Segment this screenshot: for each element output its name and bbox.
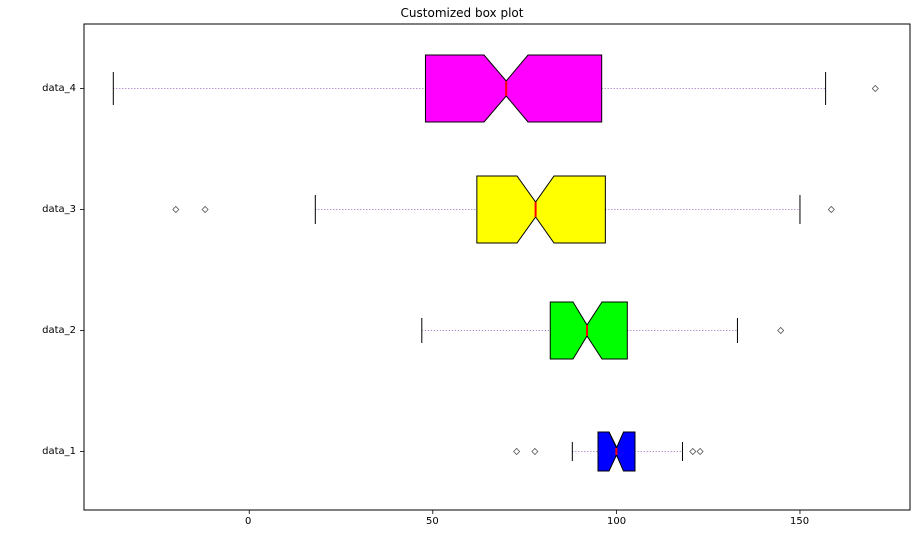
chart-svg xyxy=(0,0,924,544)
x-tick-label: 50 xyxy=(426,516,439,527)
chart-title: Customized box plot xyxy=(0,6,924,20)
x-tick-label: 0 xyxy=(245,516,251,527)
y-tick-label: data_3 xyxy=(42,204,76,215)
x-tick-label: 100 xyxy=(607,516,626,527)
y-tick-label: data_4 xyxy=(42,83,76,94)
box-data-2 xyxy=(422,302,784,359)
x-ticks xyxy=(249,510,800,514)
x-tick-label: 150 xyxy=(790,516,809,527)
y-tick-label: data_1 xyxy=(42,446,76,457)
boxplot-chart: Customized box plot xyxy=(0,0,924,544)
box-data-4 xyxy=(113,55,878,122)
y-tick-label: data_2 xyxy=(42,325,76,336)
box-data-1 xyxy=(514,432,704,471)
box-data-3 xyxy=(173,176,835,243)
y-ticks xyxy=(80,89,84,452)
